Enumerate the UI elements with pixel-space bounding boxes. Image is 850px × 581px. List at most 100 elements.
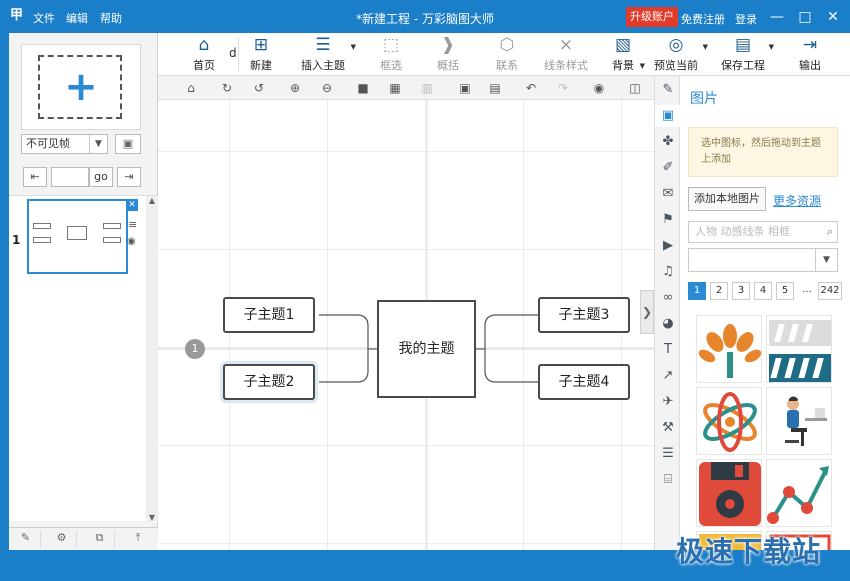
home-button[interactable]: ⌂ 首页: [180, 33, 228, 76]
subtopic-3[interactable]: 子主题3: [538, 297, 630, 333]
add-slide-button[interactable]: +: [21, 44, 141, 130]
layers-icon[interactable]: ☰: [655, 443, 681, 465]
frame-visibility-select[interactable]: 不可见帧 ▼: [21, 134, 108, 154]
shapes-icon[interactable]: ✤: [655, 131, 681, 153]
subtopic-2[interactable]: 子主题2: [223, 364, 315, 400]
summary-button[interactable]: ❱ 概括: [430, 33, 466, 76]
text-icon[interactable]: T: [655, 339, 681, 361]
login-link[interactable]: 登录: [735, 11, 757, 27]
maximize-button[interactable]: □: [794, 7, 816, 27]
slide-list-scrollbar[interactable]: ▲ ▼: [146, 196, 158, 522]
window-icon[interactable]: ◫: [626, 79, 644, 97]
panel-title: 图片: [690, 91, 718, 107]
image-icon[interactable]: ▣: [655, 105, 681, 127]
scroll-up-icon[interactable]: ▲: [146, 196, 158, 205]
comment-icon[interactable]: ✉: [655, 183, 681, 205]
rotate-left-icon[interactable]: ↺: [250, 79, 268, 97]
lock-icon[interactable]: ■: [354, 79, 372, 97]
frame-select-button[interactable]: ⬚ 框选: [373, 33, 409, 76]
page-last[interactable]: 242: [818, 282, 842, 300]
music-icon[interactable]: ♫: [655, 261, 681, 283]
close-icon[interactable]: ✕: [126, 199, 138, 211]
person-desk-image[interactable]: [766, 387, 832, 455]
preview-label: 预览当前: [654, 59, 698, 72]
shirt-icon[interactable]: ⚑: [655, 209, 681, 231]
go-button[interactable]: go: [89, 167, 113, 187]
last-slide-button[interactable]: ⇥: [117, 167, 141, 187]
page-5[interactable]: 5: [776, 282, 794, 300]
new-button[interactable]: ⊞ 新建: [241, 33, 281, 76]
screenshot-icon[interactable]: ◉: [590, 79, 608, 97]
growth-chart-image[interactable]: [766, 459, 832, 527]
insert-topic-button[interactable]: ☰ 插入主题 ▼: [296, 33, 356, 76]
more-resources-link[interactable]: 更多资源: [773, 192, 821, 209]
menu-file[interactable]: 文件: [33, 10, 55, 26]
page-3[interactable]: 3: [732, 282, 750, 300]
menu-icon[interactable]: ≡: [128, 218, 137, 231]
grid-icon[interactable]: ▦: [386, 79, 404, 97]
inbox-icon[interactable]: ⌸: [655, 469, 681, 491]
zoom-in-icon[interactable]: ⊕: [286, 79, 304, 97]
link-icon[interactable]: ∞: [655, 287, 681, 309]
menu-edit[interactable]: 编辑: [66, 10, 88, 26]
move-top-icon[interactable]: ⤒: [123, 531, 153, 548]
upgrade-account-button[interactable]: 升级账户: [626, 7, 678, 27]
export-button[interactable]: ⇥ 输出: [794, 33, 826, 76]
central-topic[interactable]: 我的主题: [377, 300, 476, 398]
edit-icon[interactable]: ✎: [655, 79, 681, 101]
search-icon[interactable]: ⌕: [827, 222, 833, 242]
save-project-button[interactable]: ▤ 保存工程 ▼: [718, 33, 774, 76]
minimize-button[interactable]: —: [766, 7, 788, 27]
background-button[interactable]: ▧ 背景 ▼: [605, 33, 645, 76]
undo-icon[interactable]: ↶: [522, 79, 540, 97]
shape-fill-icon[interactable]: ◕: [655, 313, 681, 335]
close-window-button[interactable]: ✕: [822, 7, 844, 27]
page-2[interactable]: 2: [710, 282, 728, 300]
frame-number-badge[interactable]: 1: [185, 339, 205, 359]
home-view-icon[interactable]: ⌂: [182, 79, 200, 97]
floppy-image[interactable]: [696, 459, 762, 527]
panel-toggle-icon[interactable]: ❯: [640, 290, 654, 334]
subtopic-1[interactable]: 子主题1: [223, 297, 315, 333]
video-icon[interactable]: ▶: [655, 235, 681, 257]
line-style-button[interactable]: ⨯ 线条样式: [541, 33, 591, 76]
relation-button[interactable]: ⬡ 联系: [489, 33, 525, 76]
add-local-image-button[interactable]: 添加本地图片: [688, 187, 766, 211]
pen-icon[interactable]: ✐: [655, 157, 681, 179]
page-ellipsis: ...: [802, 284, 812, 295]
plane-icon[interactable]: ✈: [655, 391, 681, 413]
books-image[interactable]: [766, 315, 832, 383]
duplicate-slide-icon[interactable]: ⧉: [85, 531, 115, 548]
chevron-down-icon: ▼: [89, 135, 107, 153]
subtopic-4[interactable]: 子主题4: [538, 364, 630, 400]
register-link[interactable]: 免费注册: [681, 11, 725, 27]
preview-button[interactable]: ◎ 预览当前 ▼: [650, 33, 708, 76]
tools-icon[interactable]: ⚒: [655, 417, 681, 439]
dropdown-arrow-icon: ▼: [350, 43, 356, 51]
redo-icon[interactable]: ↷: [554, 79, 572, 97]
rotate-right-icon[interactable]: ↻: [218, 79, 236, 97]
paste-icon[interactable]: ▤: [486, 79, 504, 97]
menu-help[interactable]: 帮助: [100, 10, 122, 26]
page-1[interactable]: 1: [688, 282, 706, 300]
tree-image[interactable]: [696, 315, 762, 383]
chart-icon[interactable]: ↗: [655, 365, 681, 387]
category-select[interactable]: ▼: [688, 248, 838, 272]
image-search-input[interactable]: 人物 动感线条 相框 ⌕: [688, 221, 838, 243]
zoom-out-icon[interactable]: ⊖: [318, 79, 336, 97]
page-4[interactable]: 4: [754, 282, 772, 300]
slide-thumbnail[interactable]: [27, 199, 128, 274]
mind-map-canvas[interactable]: 1 我的主题 子主题1 子主题2 子主题3 子主题4: [158, 100, 654, 550]
slide-settings-icon[interactable]: ⚙: [47, 531, 77, 548]
align-icon[interactable]: ▥: [418, 79, 436, 97]
slide-number-input[interactable]: [51, 167, 89, 187]
eye-icon[interactable]: ◉: [127, 236, 136, 247]
copy-icon[interactable]: ▣: [456, 79, 474, 97]
first-slide-button[interactable]: ⇤: [23, 167, 47, 187]
atom-image[interactable]: [696, 387, 762, 455]
preview-icon: ◎: [668, 35, 684, 55]
scroll-down-icon[interactable]: ▼: [146, 513, 158, 522]
edit-slide-icon[interactable]: ✎: [11, 531, 41, 548]
camera-icon[interactable]: ▣: [115, 134, 141, 154]
drag-hint: 选中图标，然后拖动到主题上添加: [688, 127, 838, 177]
